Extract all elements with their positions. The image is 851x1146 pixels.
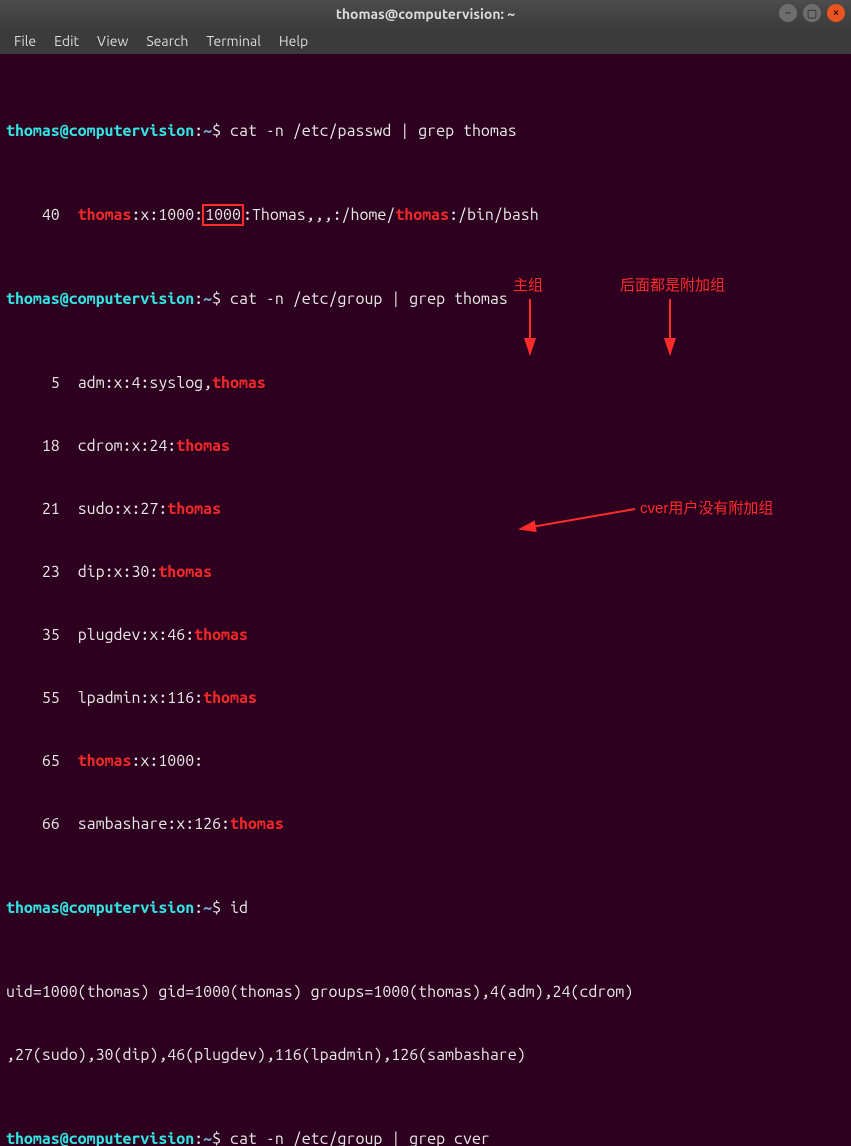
passwd-thomas-line: 40 thomas:x:1000:1000:Thomas,,,:/home/th… [6,205,845,226]
group-row: 18 cdrom:x:24:thomas [6,436,845,457]
prompt-line-1: thomas@computervision:~$ cat -n /etc/pas… [6,121,845,142]
cmd-3: id [221,899,248,917]
prompt-line-2: thomas@computervision:~$ cat -n /etc/gro… [6,289,845,310]
menu-search[interactable]: Search [138,31,196,51]
maximize-button[interactable]: ▢ [803,4,821,22]
gid-box: 1000 [202,204,244,226]
close-button[interactable]: × [827,4,845,22]
cmd-1: cat -n /etc/passwd | grep thomas [221,122,517,140]
group-row: 35 plugdev:x:46:thomas [6,625,845,646]
terminal-area[interactable]: thomas@computervision:~$ cat -n /etc/pas… [0,54,851,1146]
menubar: File Edit View Search Terminal Help [0,28,851,54]
prompt-path: ~ [203,122,212,140]
group-row: 55 lpadmin:x:116:thomas [6,688,845,709]
prompt-line-3: thomas@computervision:~$ id [6,898,845,919]
prompt-userhost: thomas@computervision [6,122,194,140]
menu-terminal[interactable]: Terminal [198,31,269,51]
menu-edit[interactable]: Edit [46,31,87,51]
menu-view[interactable]: View [89,31,136,51]
group-row: 66 sambashare:x:126:thomas [6,814,845,835]
id-output-1: uid=1000(thomas) gid=1000(thomas) groups… [6,982,845,1003]
menu-file[interactable]: File [6,31,44,51]
group-row: 5 adm:x:4:syslog,thomas [6,373,845,394]
cmd-2: cat -n /etc/group | grep thomas [221,290,508,308]
window-controls: – ▢ × [779,4,845,22]
prompt-line-4: thomas@computervision:~$ cat -n /etc/gro… [6,1129,845,1146]
window-title: thomas@computervision: ~ [336,6,515,22]
titlebar: thomas@computervision: ~ – ▢ × [0,0,851,28]
menu-help[interactable]: Help [271,31,316,51]
cmd-4: cat -n /etc/group | grep cver [221,1130,490,1146]
id-output-2: ,27(sudo),30(dip),46(plugdev),116(lpadmi… [6,1045,845,1066]
minimize-button[interactable]: – [779,4,797,22]
group-row: 21 sudo:x:27:thomas [6,499,845,520]
group-row: 65 thomas:x:1000: [6,751,845,772]
prompt-dollar: $ [212,122,221,140]
